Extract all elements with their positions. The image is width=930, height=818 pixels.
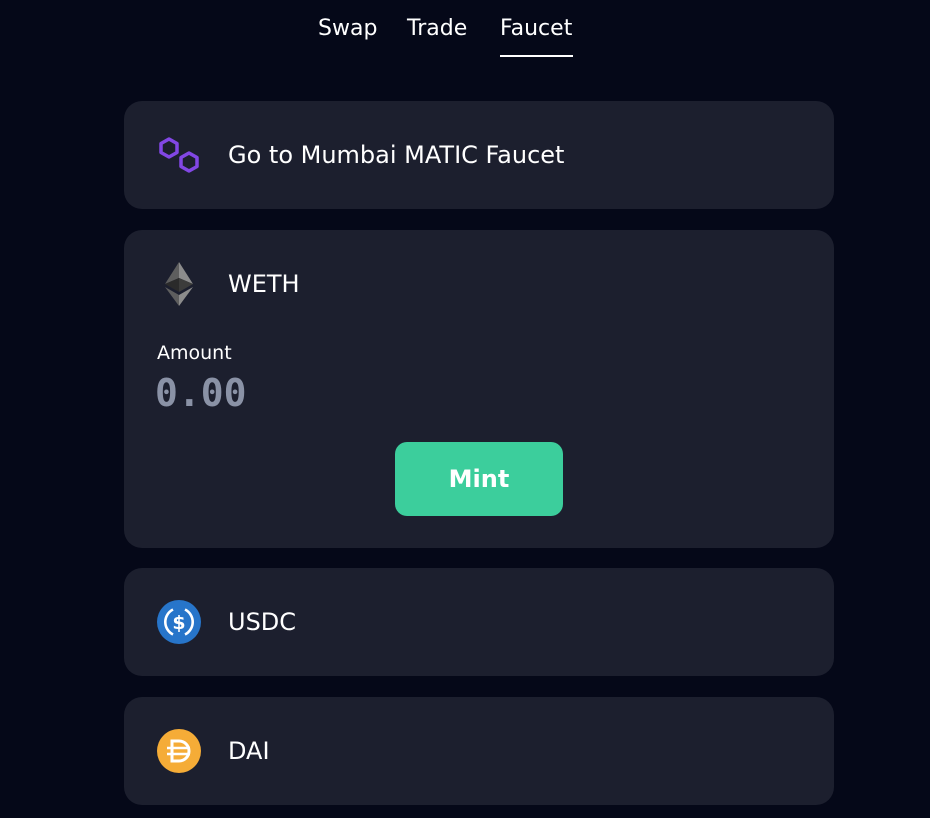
weth-label: WETH — [228, 270, 300, 298]
tab-faucet[interactable]: Faucet — [500, 14, 572, 44]
amount-input[interactable] — [155, 368, 455, 418]
dai-header[interactable]: DAI — [124, 697, 834, 805]
usdc-card[interactable]: $ USDC — [124, 568, 834, 676]
matic-faucet-label: Go to Mumbai MATIC Faucet — [228, 141, 565, 169]
polygon-icon — [156, 134, 202, 180]
svg-text:$: $ — [172, 612, 185, 634]
ethereum-icon — [156, 261, 202, 307]
weth-card: WETH Amount Mint — [124, 230, 834, 548]
tab-swap[interactable]: Swap — [318, 14, 377, 44]
usdc-label: USDC — [228, 608, 297, 636]
matic-faucet-link[interactable]: Go to Mumbai MATIC Faucet — [124, 101, 834, 209]
dai-label: DAI — [228, 737, 270, 765]
matic-faucet-card[interactable]: Go to Mumbai MATIC Faucet — [124, 101, 834, 209]
mint-button[interactable]: Mint — [395, 442, 563, 516]
dai-icon — [156, 728, 202, 774]
active-tab-indicator — [500, 55, 573, 57]
top-nav: Swap Trade Faucet — [0, 0, 930, 70]
amount-label: Amount — [157, 342, 232, 364]
weth-header[interactable]: WETH — [124, 230, 834, 338]
tab-trade[interactable]: Trade — [407, 14, 467, 44]
usdc-icon: $ — [156, 599, 202, 645]
usdc-header[interactable]: $ USDC — [124, 568, 834, 676]
dai-card[interactable]: DAI — [124, 697, 834, 805]
